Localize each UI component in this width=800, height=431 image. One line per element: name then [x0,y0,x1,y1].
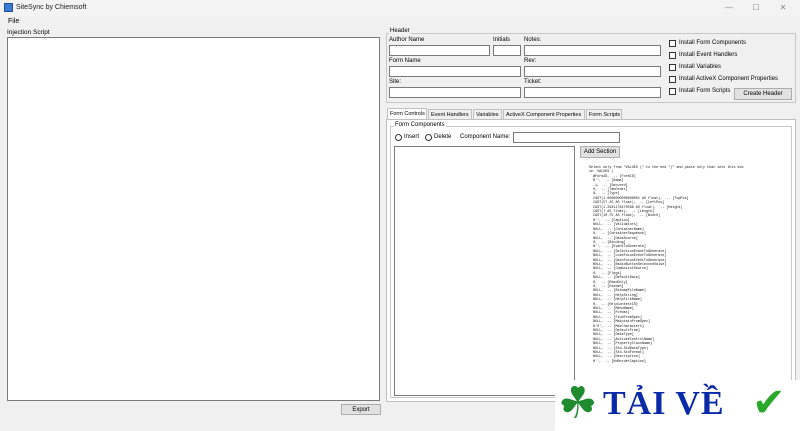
form-components-label: Form Components [394,122,446,128]
notes-input[interactable] [524,45,661,56]
delete-radio[interactable] [425,134,432,141]
title-bar[interactable] [0,0,800,16]
create-header-button[interactable]: Create Header [734,88,792,100]
site-input[interactable] [389,87,521,98]
component-name-label: Component Name: [460,134,511,140]
install-variables-checkbox[interactable] [669,64,676,71]
delete-label: Delete [434,134,452,140]
watermark-text: TẢI VỀ [603,385,725,422]
initials-label: Initials [493,37,511,43]
install-variables-label: Install Variables [679,64,721,70]
header-group-label: Header [389,28,411,34]
author-name-label: Author Name [389,37,425,43]
author-name-input[interactable] [389,45,490,56]
install-form-scripts-checkbox[interactable] [669,88,676,95]
close-icon[interactable]: ✕ [770,2,796,14]
ticket-label: Ticket: [524,79,542,85]
app-icon [4,3,13,12]
check-icon: ✔ [752,381,786,425]
add-section-button[interactable]: Add Section [580,146,620,158]
components-list[interactable] [394,146,575,396]
ticket-input[interactable] [524,87,661,98]
menu-file[interactable]: File [8,18,19,25]
window-title: SiteSync by Chiemsoft [16,4,87,11]
rev-label: Rev: [524,58,537,64]
site-label: Site: [389,79,402,85]
rev-input[interactable] [524,66,661,77]
install-event-handlers-label: Install Event Handlers [679,52,738,58]
injection-script-label: Injection Script [7,29,50,36]
initials-input[interactable] [493,45,521,56]
insert-radio[interactable] [395,134,402,141]
install-form-scripts-label: Install Form Scripts [679,88,731,94]
export-button[interactable]: Export [341,404,381,415]
install-activex-properties-checkbox[interactable] [669,76,676,83]
form-name-label: Form Name [389,58,421,64]
install-form-components-checkbox[interactable] [669,40,676,47]
maximize-icon[interactable]: ☐ [743,2,769,14]
install-form-components-label: Install Form Components [679,40,747,46]
injection-script-textarea[interactable] [7,37,380,401]
install-activex-properties-label: Install ActiveX Component Properties [679,76,779,82]
component-name-input[interactable] [513,132,620,143]
install-event-handlers-checkbox[interactable] [669,52,676,59]
section-script-textarea[interactable]: Select only from "VALUES (" to the end "… [580,162,788,396]
insert-label: Insert [404,134,420,140]
menu-bar [0,16,800,27]
minimize-icon[interactable]: — [716,2,742,14]
clover-icon: ☘ [558,379,598,428]
form-name-input[interactable] [389,66,521,77]
notes-label: Notes: [524,37,542,43]
